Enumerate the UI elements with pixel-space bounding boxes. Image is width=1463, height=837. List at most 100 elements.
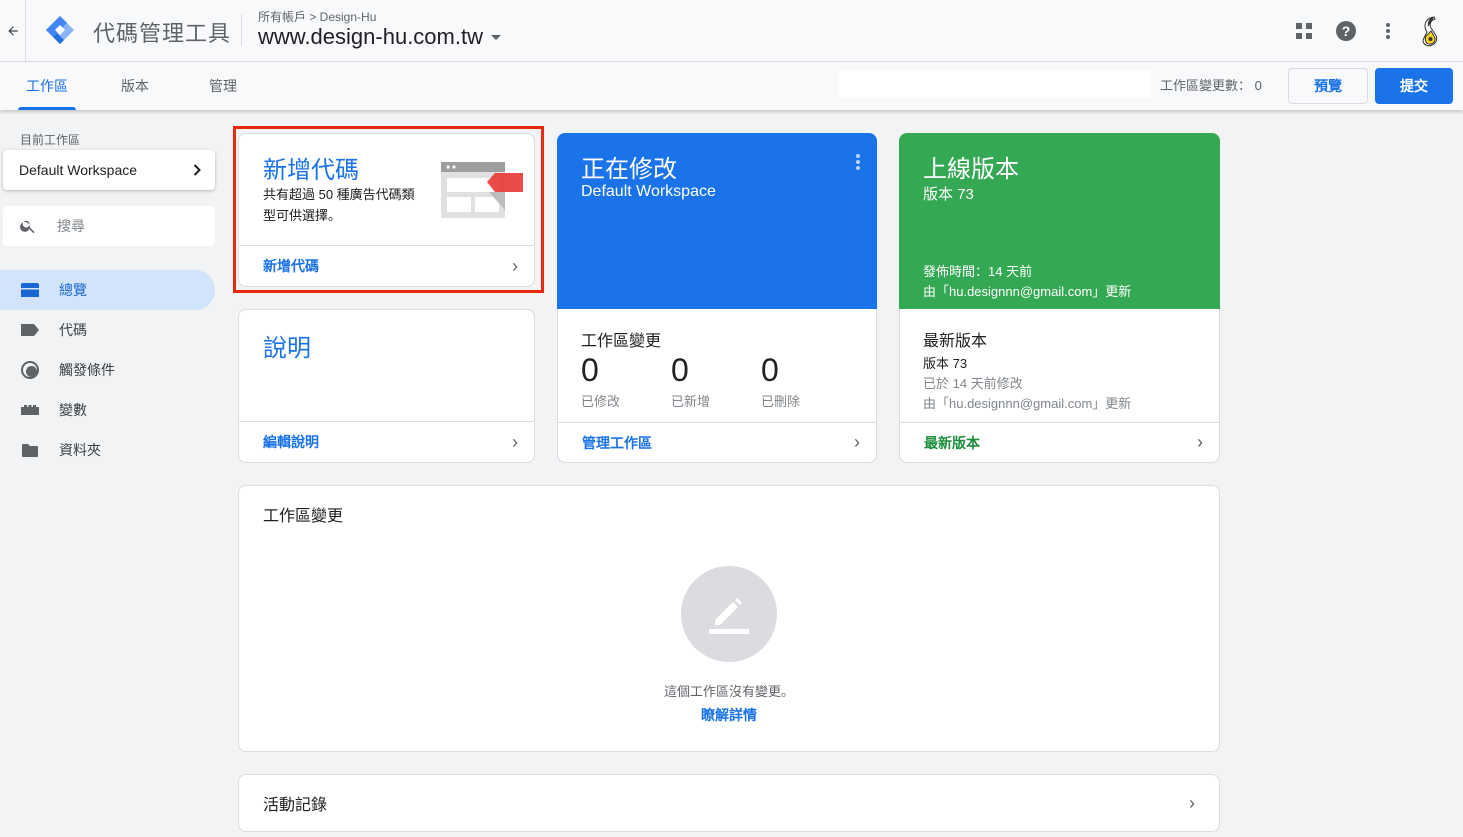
manage-workspaces-link[interactable]: 管理工作區 › [557,422,877,463]
tab-admin[interactable]: 管理 [208,62,238,110]
sidebar-item-overview[interactable]: 總覽 [0,270,215,310]
tab-workspace[interactable]: 工作區 [18,62,76,110]
latest-version-link-label: 最新版本 [924,434,980,451]
container-name: www.design-hu.com.tw [258,24,483,49]
published-time: 發佈時間：14 天前 [923,264,1033,279]
back-button[interactable] [0,0,26,62]
workspace-name: Default Workspace [19,162,138,178]
latest-version-updated-by: 由「hu.designnn@gmail.com」更新 [923,396,1132,411]
dropdown-caret-icon [490,34,501,40]
learn-more-label: 瞭解詳情 [701,707,757,723]
empty-state-text: 這個工作區沒有變更。 [663,684,794,699]
new-tag-description: 共有超過 50 種廣告代碼類型可供選擇。 [263,187,415,223]
edit-description-link[interactable]: 編輯說明 › [239,421,534,462]
top-header: 代碼管理工具 所有帳戶 > Design-Hu www.design-hu.co… [0,0,1463,62]
editing-workspace-name: Default Workspace [581,183,716,200]
chevron-right-icon: › [512,431,518,452]
new-tag-title: 新增代碼 [263,157,359,184]
svg-text:?: ? [1342,23,1351,39]
workspace-changes-title: 工作區變更 [263,508,344,525]
learn-more-link[interactable]: 瞭解詳情 [239,705,1219,725]
latest-version-link[interactable]: 最新版本 › [899,422,1220,463]
container-selector[interactable]: www.design-hu.com.tw [258,24,501,50]
breadcrumb[interactable]: 所有帳戶 > Design-Hu [258,8,376,25]
overview-icon [20,280,40,300]
live-version-title: 上線版本 [923,156,1019,183]
app-title: 代碼管理工具 [93,21,232,46]
gtm-logo-icon [46,16,74,44]
activity-history-title: 活動記錄 [263,797,328,814]
new-tag-link-label: 新增代碼 [263,258,319,274]
latest-version-number: 版本 73 [923,356,968,371]
live-version-card: 上線版本 版本 73 發佈時間：14 天前 由「hu.designnn@gmai… [899,133,1220,463]
activity-history-row[interactable]: 活動記錄 › [238,774,1220,832]
blank-input-area [839,70,1151,98]
editing-card-header: 正在修改 Default Workspace [557,133,877,309]
workspace-changes-heading: 工作區變更 [581,333,662,350]
empty-state-illustration [681,566,777,662]
search-input[interactable] [57,218,197,234]
trigger-icon [20,360,40,380]
submit-button[interactable]: 提交 [1375,68,1453,104]
chevron-right-icon [193,164,201,176]
description-card: 說明 編輯說明 › [238,309,535,463]
preview-button[interactable]: 預覽 [1288,68,1368,104]
workspace-changes-panel: 工作區變更 這個工作區沒有變更。 瞭解詳情 [238,485,1220,752]
tag-icon [20,320,40,340]
chevron-right-icon: › [1197,432,1203,452]
stat-modified: 0 已修改 [581,353,620,410]
live-version-number: 版本 73 [923,186,974,203]
change-count-value: 0 [1254,78,1262,93]
sidebar-item-triggers[interactable]: 觸發條件 [0,350,215,390]
live-version-header: 上線版本 版本 73 發佈時間：14 天前 由「hu.designnn@gmai… [899,133,1220,309]
variable-icon [20,400,40,420]
account-button[interactable] [1409,10,1451,52]
search-icon [20,220,35,234]
edit-description-label: 編輯說明 [263,434,319,450]
sidebar-item-label: 代碼 [59,322,87,338]
stat-value: 0 [671,352,689,388]
help-button[interactable]: ? [1325,10,1367,52]
stat-value: 0 [761,352,779,388]
sidebar-item-label: 總覽 [59,282,87,298]
stat-label: 已刪除 [761,394,801,409]
stat-label: 已新增 [671,394,711,409]
stat-deleted: 0 已刪除 [761,353,800,410]
sidebar-item-label: 觸發條件 [59,362,115,378]
workspace-change-count: 工作區變更數： 0 [1160,62,1262,110]
folder-icon [20,440,40,460]
current-workspace-label: 目前工作區 [20,133,81,147]
sidebar-item-label: 資料夾 [59,442,101,458]
sidebar-item-variables[interactable]: 變數 [0,390,215,430]
back-arrow-icon [7,26,18,36]
change-count-label: 工作區變更數： [1160,78,1252,93]
sidebar-item-tags[interactable]: 代碼 [0,310,215,350]
apps-grid-icon [1296,23,1312,39]
stat-label: 已修改 [581,394,621,409]
chevron-right-icon: › [1189,792,1195,813]
more-options-button[interactable] [1367,10,1409,52]
description-title: 說明 [263,335,311,362]
sidebar-item-label: 變數 [59,402,87,418]
stat-value: 0 [581,352,599,388]
chevron-right-icon: › [512,255,518,276]
published-by: 由「hu.designnn@gmail.com」更新 [923,284,1132,299]
workspace-selector[interactable]: Default Workspace [3,150,215,190]
new-tag-card: 新增代碼 共有超過 50 種廣告代碼類型可供選擇。 新增代碼 › [238,133,535,287]
sidebar-search[interactable] [3,206,215,246]
edit-pencil-icon [709,598,749,634]
more-vert-icon[interactable] [855,153,861,171]
manage-workspaces-label: 管理工作區 [582,434,652,451]
help-icon: ? [1336,21,1356,41]
tag-illustration-icon [441,162,523,218]
sidebar-item-folders[interactable]: 資料夾 [0,430,215,470]
latest-version-modified: 已於 14 天前修改 [923,376,1023,391]
header-divider [241,14,242,46]
more-vert-icon [1386,23,1390,39]
stat-added: 0 已新增 [671,353,710,410]
apps-button[interactable] [1283,10,1325,52]
editing-title: 正在修改 [581,156,677,183]
new-tag-link[interactable]: 新增代碼 › [239,245,534,286]
tab-versions[interactable]: 版本 [120,62,150,110]
workspace-nav-bar: 工作區 版本 管理 工作區變更數： 0 預覽 提交 [0,62,1463,110]
